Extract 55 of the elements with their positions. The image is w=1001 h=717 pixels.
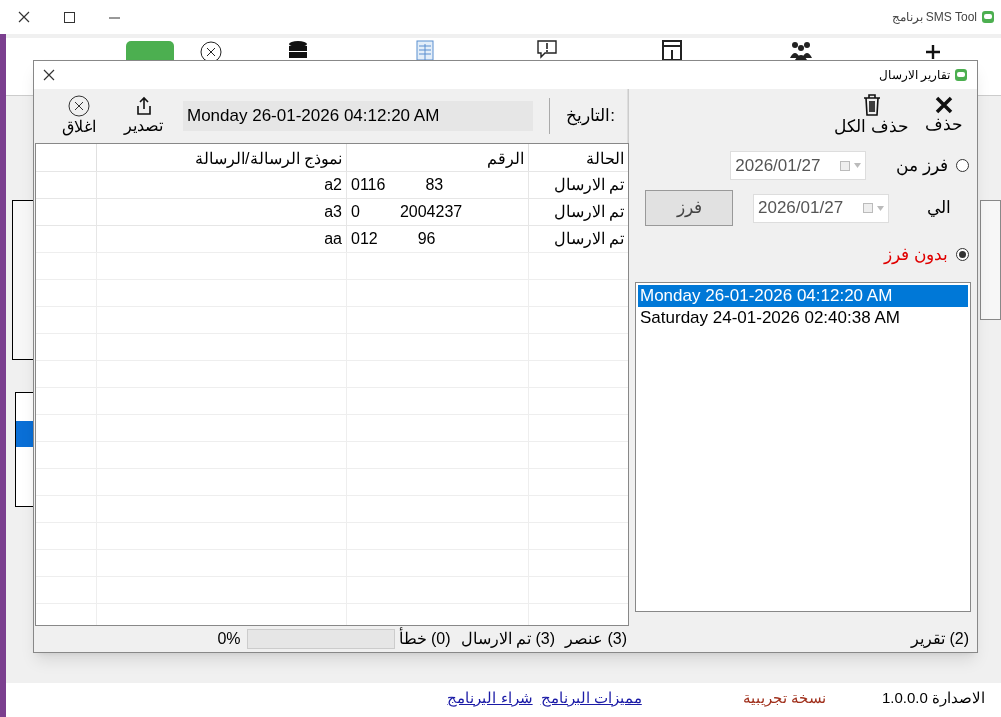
table-cell-text: 83 <box>425 175 444 195</box>
chat-app-icon <box>954 68 968 82</box>
status-text: (3) عنصر <box>565 629 628 650</box>
delete-all-button[interactable]: حذف الكل <box>834 94 909 138</box>
radio-button[interactable] <box>956 159 969 172</box>
layout-icon[interactable] <box>662 40 682 60</box>
table-cell: a3 <box>96 199 346 225</box>
export-button[interactable]: تصدير <box>124 96 163 136</box>
status-text: (2) تقرير <box>909 629 970 650</box>
dialog-title: تقارير الارسال <box>878 67 950 84</box>
column-header[interactable]: الحالة <box>528 144 628 171</box>
link[interactable]: مميزات البرنامج <box>540 686 642 710</box>
status-text: (0) خطأ <box>398 627 461 651</box>
version-label: الاصدارة 1.0.0.0 <box>881 687 985 709</box>
close-circle-icon <box>68 95 90 117</box>
sms-logo-icon[interactable] <box>125 40 175 60</box>
table-cell: تم الارسال <box>528 172 628 198</box>
list-item[interactable]: Monday 26-01-2026 04:12:20 AM <box>638 284 968 307</box>
status-text: (3) تم الارسال <box>460 629 556 650</box>
edition-label: نسخة تجريبية <box>742 687 826 709</box>
maximize-icon[interactable] <box>64 11 75 23</box>
table-cell: تم الارسال <box>528 199 628 225</box>
window-title: برنامج SMS Tool <box>891 9 977 26</box>
share-icon <box>134 96 153 116</box>
link[interactable]: شراء البرنامج <box>447 686 533 710</box>
database-icon[interactable] <box>288 40 308 60</box>
progress-percent: 0% <box>217 629 241 649</box>
message-alert-icon[interactable] <box>537 40 557 60</box>
close-icon[interactable] <box>18 11 30 23</box>
table-cell-text: 2004237 <box>399 202 463 222</box>
radio-label: فرز من <box>896 154 948 178</box>
trash-icon <box>862 94 881 117</box>
table-cell-text: 96 <box>417 229 436 249</box>
close-icon[interactable] <box>43 69 55 81</box>
cross-icon <box>935 96 953 115</box>
to-label: الي <box>926 197 952 220</box>
table-cell-text: 012 <box>351 229 378 249</box>
people-icon[interactable] <box>789 40 813 60</box>
table-cell-text: 0116 <box>351 175 386 195</box>
date-field: Monday 26-01-2026 04:12:20 AM <box>183 101 533 131</box>
close-button[interactable]: اغلاق <box>46 95 112 137</box>
filter-button[interactable]: فرز <box>645 190 733 226</box>
chat-app-icon <box>981 10 995 24</box>
delete-button[interactable]: حذف <box>925 96 963 136</box>
list-item[interactable]: Saturday 24-01-2026 02:40:38 AM <box>638 306 968 329</box>
table-cell-text: 0 <box>351 202 360 222</box>
table-cell: تم الارسال <box>528 226 628 252</box>
column-header[interactable]: الرقم <box>346 144 528 171</box>
radio-label: بدون فرز <box>884 244 948 267</box>
table-cell: a2 <box>96 172 346 198</box>
date-label: التاريخ: <box>566 105 615 128</box>
table-cell: aa <box>96 226 346 252</box>
column-header[interactable]: نموذج الرسالة/الرسالة <box>96 144 346 171</box>
radio-button[interactable] <box>956 248 969 262</box>
plus-icon[interactable] <box>925 44 941 60</box>
